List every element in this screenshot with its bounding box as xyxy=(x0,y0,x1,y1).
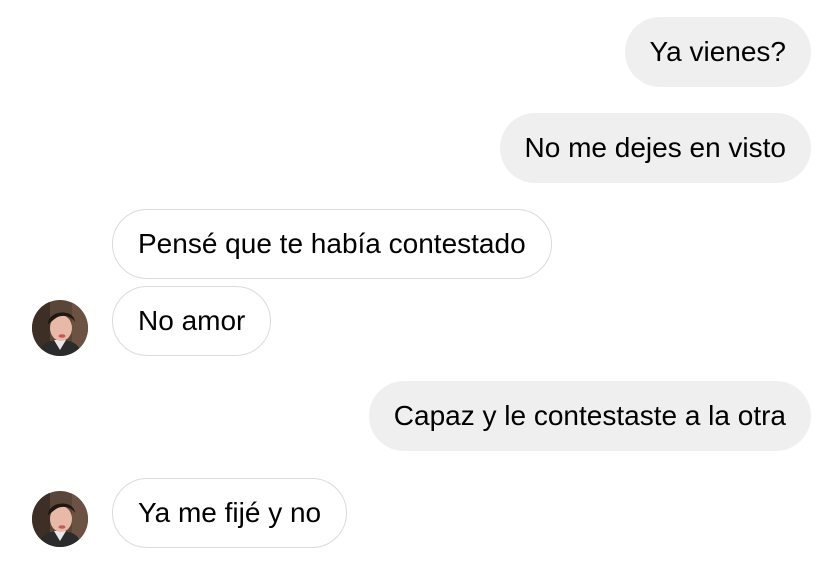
message-bubble-outgoing[interactable]: Capaz y le contestaste a la otra xyxy=(368,381,811,451)
message-bubble-incoming[interactable]: Pensé que te había contestado xyxy=(112,209,552,279)
message-bubble-outgoing[interactable]: No me dejes en visto xyxy=(499,113,811,183)
message-bubble-incoming[interactable]: Ya me fijé y no xyxy=(112,478,348,548)
message-bubble-incoming[interactable]: No amor xyxy=(112,286,272,356)
avatar-icon[interactable] xyxy=(32,491,88,547)
message-bubble-outgoing[interactable]: Ya vienes? xyxy=(624,17,811,87)
avatar-icon[interactable] xyxy=(32,300,88,356)
